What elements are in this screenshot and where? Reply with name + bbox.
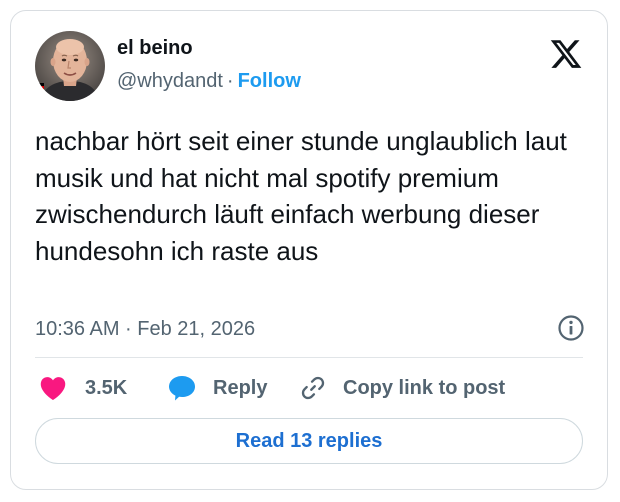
author-handle[interactable]: @whydandt: [117, 70, 223, 92]
divider: [35, 357, 583, 358]
read-replies-button[interactable]: Read 13 replies: [35, 418, 583, 464]
like-count: 3.5K: [85, 376, 128, 399]
like-button[interactable]: 3.5K: [39, 373, 127, 403]
link-icon: [299, 374, 327, 402]
tweet-header: el beino @whydandt · Follow: [35, 31, 583, 103]
info-icon[interactable]: [557, 314, 585, 342]
reply-button[interactable]: Reply: [167, 373, 267, 403]
reply-label: Reply: [213, 376, 268, 399]
tweet-actions: 3.5K Reply Copy link to post: [39, 373, 583, 403]
tweet-meta: 10:36 AM · Feb 21, 2026: [35, 314, 585, 346]
speech-bubble-icon: [167, 374, 197, 402]
author-handle-row: @whydandt · Follow: [117, 69, 301, 93]
copy-link-label: Copy link to post: [343, 376, 506, 399]
copy-link-button[interactable]: Copy link to post: [299, 373, 505, 403]
tweet-card: el beino @whydandt · Follow nachbar hört s…: [10, 10, 608, 490]
heart-icon: [39, 375, 67, 401]
tweet-text: nachbar hört seit einer stunde unglaubli…: [35, 126, 567, 266]
separator-dot: ·: [226, 70, 234, 92]
author-display-name[interactable]: el beino: [117, 35, 301, 61]
read-replies-label: Read 13 replies: [235, 429, 383, 452]
author-block: el beino @whydandt · Follow: [117, 35, 301, 93]
tweet-timestamp[interactable]: 10:36 AM · Feb 21, 2026: [35, 318, 255, 341]
avatar[interactable]: [35, 31, 105, 101]
x-logo-icon[interactable]: [549, 37, 583, 71]
follow-button[interactable]: Follow: [238, 70, 301, 92]
